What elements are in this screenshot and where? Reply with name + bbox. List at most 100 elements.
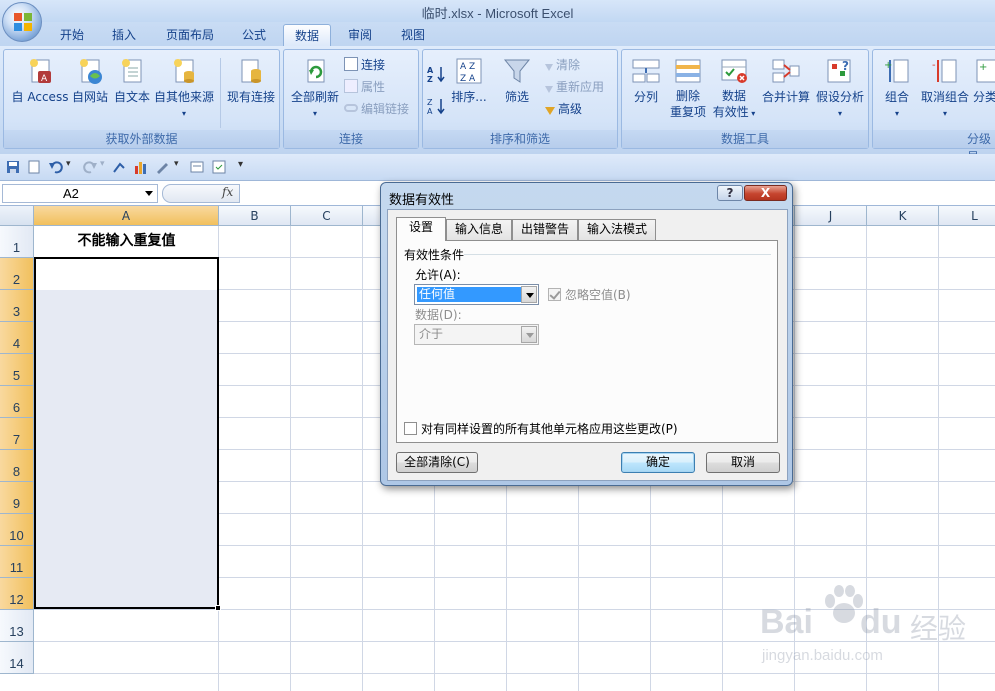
row-header-7[interactable]: 7 [0,418,34,450]
new-file-icon[interactable] [27,160,41,174]
row-header-2[interactable]: 2 [0,258,34,290]
office-button[interactable] [2,2,42,42]
row-number: 13 [9,624,24,639]
tab-view[interactable]: 视图 [391,24,435,46]
data-dropdown-button[interactable] [521,326,537,343]
form-icon[interactable] [189,159,205,175]
connections-button[interactable]: 连接 [344,56,385,73]
tab-ime-mode[interactable]: 输入法模式 [578,219,656,240]
tab-page-layout[interactable]: 页面布局 [156,24,224,46]
tab-input-message[interactable]: 输入信息 [446,219,512,240]
group-outline: + 组合 ▾ - 取消组合 ▾ + 分类 分级显 [872,49,995,164]
undo-icon[interactable] [48,160,64,174]
data-validation-button[interactable]: 数据 有效性 ▾ [710,56,758,122]
svg-text:Z: Z [427,98,433,107]
redo-icon[interactable] [82,160,98,174]
row-header-6[interactable]: 6 [0,386,34,418]
ignore-blank-checkbox[interactable] [548,288,561,301]
group-button[interactable]: + 组合 ▾ [879,56,915,118]
tab-error-alert[interactable]: 出错警告 [512,219,578,240]
reapply-button[interactable]: 重新应用 [545,78,604,95]
from-other-sources-button[interactable]: 自其他来源 ▾ [152,56,216,118]
tab-insert[interactable]: 插入 [102,24,146,46]
data-validation-icon [721,59,747,83]
filter-button[interactable]: 筛选 [497,56,537,105]
name-box[interactable]: A2 [2,184,158,203]
column-header-j[interactable]: J [795,206,867,226]
refresh-icon [307,59,325,83]
separator [220,58,221,128]
existing-connections-button[interactable]: 现有连接 [224,56,278,105]
clear-all-button[interactable]: 全部清除(C) [396,452,478,473]
from-access-label: 自 Access [11,90,69,104]
row-header-3[interactable]: 3 [0,290,34,322]
row-header-13[interactable]: 13 [0,610,34,642]
data-select[interactable]: 介于 [414,324,539,345]
close-button[interactable]: X [744,185,787,201]
tab-home[interactable]: 开始 [50,24,94,46]
selected-range-a2-a12[interactable] [34,257,219,609]
from-text-button[interactable]: 自文本 [110,56,154,105]
dropdown-arrow-icon[interactable]: ▾ [174,159,179,169]
refresh-all-button[interactable]: 全部刷新 ▾ [287,56,343,118]
sort-tool-icon[interactable] [111,159,127,175]
edit-links-button[interactable]: 编辑链接 [344,100,409,117]
cell-a1[interactable]: 不能输入重复值 [35,227,218,259]
save-icon[interactable] [6,160,20,174]
group-label-outline: 分级显 [873,130,995,164]
allow-dropdown-button[interactable] [521,286,537,303]
properties-button[interactable]: 属性 [344,78,385,95]
clear-filter-button[interactable]: 清除 [545,56,580,73]
sort-descending-button[interactable]: ZA [427,96,447,119]
row-header-8[interactable]: 8 [0,450,34,482]
allow-select[interactable]: 任何值 [414,284,539,305]
subtotal-button[interactable]: + 分类 [973,56,995,105]
row-header-12[interactable]: 12 [0,578,34,610]
what-if-analysis-button[interactable]: ? 假设分析 ▾ [814,56,866,118]
svg-text:A: A [427,107,433,116]
tab-formulas[interactable]: 公式 [232,24,276,46]
from-web-button[interactable]: 自网站 [68,56,112,105]
row-header-10[interactable]: 10 [0,514,34,546]
row-number: 10 [9,528,24,543]
advanced-filter-button[interactable]: 高级 [545,100,582,117]
select-all-corner[interactable] [0,206,34,226]
cancel-button[interactable]: 取消 [706,452,780,473]
edit-icon[interactable] [155,159,171,175]
text-to-columns-button[interactable]: 分列 [628,56,664,105]
row-header-11[interactable]: 11 [0,546,34,578]
column-header-b[interactable]: B [219,206,291,226]
fill-handle[interactable] [215,605,221,611]
insert-function-button[interactable]: fx [222,185,233,199]
row-header-1[interactable]: 1 [0,226,34,258]
name-box-dropdown-icon[interactable] [145,191,153,196]
consolidate-button[interactable]: 合并计算 [760,56,812,105]
redo-dropdown-icon[interactable]: ▾ [100,159,105,169]
row-header-4[interactable]: 4 [0,322,34,354]
sort-button[interactable]: A Z Z A 排序... [449,56,489,105]
column-header-k[interactable]: K [867,206,939,226]
tab-data[interactable]: 数据 [283,24,331,46]
ungroup-button[interactable]: - 取消组合 ▾ [919,56,971,118]
column-header-a[interactable]: A [34,206,219,226]
tab-settings[interactable]: 设置 [396,217,446,241]
apply-all-checkbox[interactable] [404,422,417,435]
properties-icon[interactable] [211,159,227,175]
undo-dropdown-icon[interactable]: ▾ [66,159,71,169]
row-header-9[interactable]: 9 [0,482,34,514]
sort-ascending-button[interactable]: AZ [427,64,447,87]
from-access-button[interactable]: A 自 Access [8,56,72,105]
column-header-c[interactable]: C [291,206,363,226]
group-label-get-external: 获取外部数据 [4,130,279,148]
row-header-5[interactable]: 5 [0,354,34,386]
help-button[interactable]: ? [717,185,743,201]
remove-duplicates-button[interactable]: 删除 重复项 [668,56,708,120]
tab-review[interactable]: 审阅 [338,24,382,46]
ok-button[interactable]: 确定 [621,452,695,473]
chart-icon[interactable] [133,159,149,175]
web-icon [80,59,102,84]
customize-toolbar-icon[interactable]: ▾ [238,159,243,170]
row-header-14[interactable]: 14 [0,642,34,674]
column-header-l[interactable]: L [939,206,995,226]
active-cell-a2[interactable] [36,259,217,290]
